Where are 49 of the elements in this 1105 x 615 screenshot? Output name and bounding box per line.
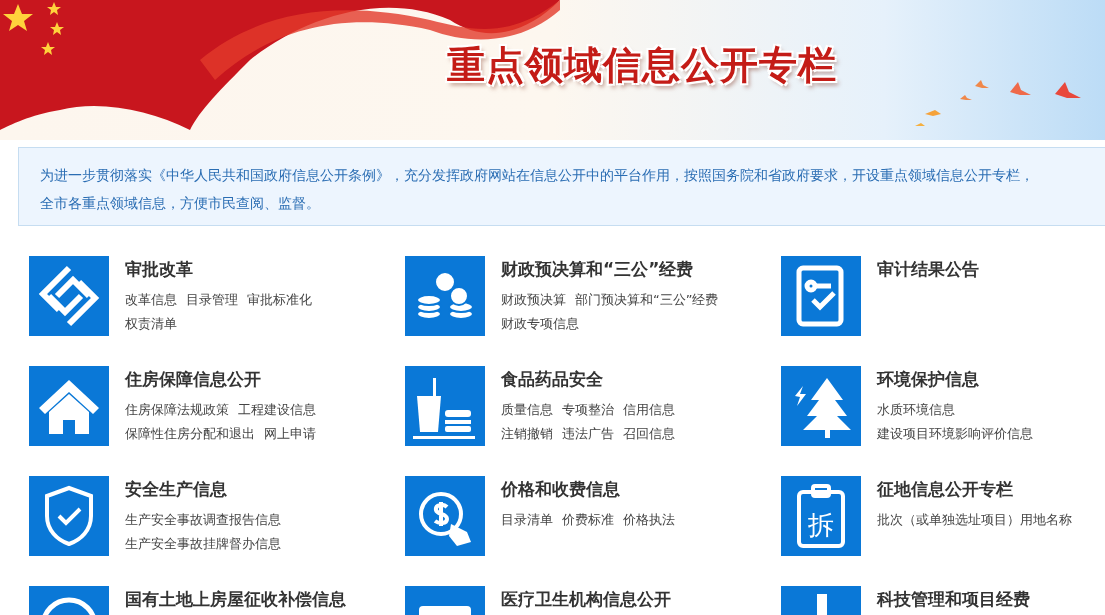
section-link[interactable]: 财政专项信息: [501, 312, 579, 336]
section-title[interactable]: 安全生产信息: [125, 478, 227, 500]
diamond-links-icon[interactable]: [29, 256, 109, 336]
clipboard-icon[interactable]: 拆: [781, 476, 861, 556]
section-link[interactable]: 违法广告: [562, 422, 614, 446]
section-title[interactable]: 住房保障信息公开: [125, 368, 261, 390]
section-link[interactable]: 价格执法: [623, 508, 675, 532]
trees-icon[interactable]: [781, 366, 861, 446]
section-title[interactable]: 医疗卫生机构信息公开: [501, 588, 671, 610]
section-link[interactable]: 审批标准化: [247, 288, 312, 312]
intro-text: 全市各重点领域信息，方便市民查阅、监督。: [40, 194, 320, 213]
section-title[interactable]: 国有土地上房屋征收补偿信息: [125, 588, 346, 610]
section-link[interactable]: 注销撤销: [501, 422, 553, 446]
coins-icon[interactable]: [405, 256, 485, 336]
house-icon[interactable]: [29, 366, 109, 446]
section-link[interactable]: 价费标准: [562, 508, 614, 532]
section-link[interactable]: 保障性住房分配和退出: [125, 422, 255, 446]
dollar-hand-icon[interactable]: [405, 476, 485, 556]
section-link[interactable]: 水质环境信息: [877, 398, 955, 422]
section-link[interactable]: 住房保障法规政策: [125, 398, 229, 422]
section-link[interactable]: 召回信息: [623, 422, 675, 446]
section-title[interactable]: 价格和收费信息: [501, 478, 620, 500]
section-link[interactable]: 部门预决算和“三公”经费: [575, 288, 719, 312]
section-link[interactable]: 批次（或单独选址项目）用地名称: [877, 508, 1072, 532]
section-title[interactable]: 环境保护信息: [877, 368, 979, 390]
section-title[interactable]: 财政预决算和“三公”经费: [501, 258, 694, 280]
section-title[interactable]: 科技管理和项目经费: [877, 588, 1030, 610]
section-link[interactable]: 建设项目环境影响评价信息: [877, 422, 1033, 446]
section-link[interactable]: 目录管理: [186, 288, 238, 312]
section-link[interactable]: 改革信息: [125, 288, 177, 312]
section-title[interactable]: 征地信息公开专栏: [877, 478, 1013, 500]
section-link[interactable]: 质量信息: [501, 398, 553, 422]
section-link[interactable]: 网上申请: [264, 422, 316, 446]
section-link[interactable]: 权责清单: [125, 312, 177, 336]
section-link[interactable]: 工程建设信息: [238, 398, 316, 422]
section-title[interactable]: 审计结果公告: [877, 258, 979, 280]
section-link[interactable]: 专项整治: [562, 398, 614, 422]
section-link[interactable]: 信用信息: [623, 398, 675, 422]
intro-text: 为进一步贯彻落实《中华人民共和国政府信息公开条例》，充分发挥政府网站在信息公开中的平台作用，按照国务院和省政府要求，开设重点领域信息公开专栏，: [40, 166, 1034, 185]
section-link[interactable]: 目录清单: [501, 508, 553, 532]
section-title[interactable]: 审批改革: [125, 258, 193, 280]
shield-check-icon[interactable]: [29, 476, 109, 556]
drink-burger-icon[interactable]: [405, 366, 485, 446]
section-link[interactable]: 生产安全事故调查报告信息: [125, 508, 281, 532]
notebook-check-icon[interactable]: [781, 256, 861, 336]
section-link[interactable]: 生产安全事故挂牌督办信息: [125, 532, 281, 556]
banner-title: 重点领域信息公开专栏: [446, 41, 837, 89]
section-link[interactable]: 财政预决算: [501, 288, 566, 312]
section-title[interactable]: 食品药品安全: [501, 368, 603, 390]
